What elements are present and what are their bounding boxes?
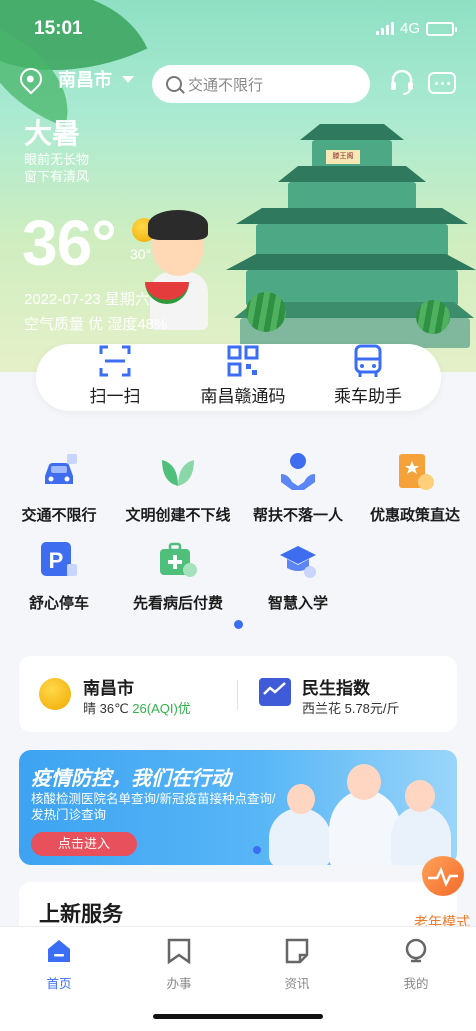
health-code-button[interactable]: 南昌赣通码 [188, 344, 298, 411]
city-selector[interactable]: 南昌市 [15, 63, 134, 95]
qr-code-icon [227, 345, 259, 377]
livelihood-index-title[interactable]: 民生指数 [302, 674, 370, 699]
service-medical[interactable]: 先看病后付费 [118, 540, 238, 613]
tab-home-label: 首页 [46, 977, 72, 991]
medical-kit-icon [160, 542, 197, 577]
service-civilization[interactable]: 文明创建不下线 [118, 452, 238, 525]
status-time: 15:01 [34, 18, 83, 39]
network-type: 4G [399, 20, 420, 37]
service-parking[interactable]: P 舒心停车 [0, 540, 119, 613]
svg-text:P: P [49, 548, 64, 573]
doctor-illustration [269, 808, 331, 865]
tab-profile-label: 我的 [403, 977, 429, 991]
home-icon [48, 940, 70, 962]
search-placeholder: 交通不限行 [188, 76, 264, 94]
home-indicator [153, 1014, 323, 1019]
banner-enter-button[interactable]: 点击进入 [31, 832, 137, 856]
bus-assistant-label: 乘车助手 [334, 387, 402, 406]
pagoda-sign: 滕王阁 [326, 150, 360, 164]
air-quality-text: 空气质量 优 湿度48% [24, 316, 168, 333]
search-bar[interactable]: 交通不限行 [152, 65, 370, 103]
quick-actions-card: 扫一扫 南昌赣通码 乘车助手 [36, 344, 441, 411]
news-icon [285, 938, 309, 964]
scan-label: 扫一扫 [89, 387, 141, 406]
status-icons: 4G [375, 20, 457, 37]
sunny-icon [39, 678, 71, 710]
service-policy[interactable]: 优惠政策直达 [355, 452, 475, 525]
message-icon[interactable] [428, 72, 456, 94]
heart-icon [422, 856, 464, 896]
date-text: 2022-07-23 星期六 [24, 291, 150, 308]
search-icon [166, 76, 182, 92]
trend-chart-icon [259, 678, 291, 706]
city-name: 南昌市 [58, 70, 112, 90]
tab-services[interactable]: 办事 [149, 937, 209, 992]
tab-news-label: 资讯 [284, 977, 310, 991]
bus-icon [354, 344, 382, 377]
page-indicator[interactable] [234, 620, 243, 629]
elder-mode-button[interactable]: 老年模式 [414, 856, 470, 930]
signal-icon [375, 22, 394, 35]
epidemic-banner[interactable]: 疫情防控，我们在行动 核酸检测医院名单查询/新冠疫苗接种点查询/发热门诊查询 点… [19, 750, 457, 865]
service-traffic[interactable]: 交通不限行 [0, 452, 119, 525]
weather-index-card: 南昌市 晴 36℃ 26(AQI)优 民生指数 西兰花 5.78元/斤 [19, 656, 457, 732]
service-school[interactable]: 智慧入学 [238, 540, 358, 613]
chevron-down-icon [122, 75, 134, 83]
scan-icon [99, 345, 131, 377]
tab-home[interactable]: 首页 [29, 937, 89, 992]
low-temperature: 30° [130, 246, 152, 262]
new-services-title: 上新服务 [39, 903, 123, 926]
banner-page-indicator[interactable] [253, 846, 261, 854]
banner-description: 核酸检测医院名单查询/新冠疫苗接种点查询/发热门诊查询 [31, 792, 276, 822]
weather-detail: 晴 36℃ 26(AQI)优 [83, 701, 191, 716]
profile-icon [405, 938, 427, 963]
policy-badge-icon [399, 454, 434, 490]
weather-hero: 15:01 4G 南昌市 交通不限行 大暑 眼前无长物 窗下有清风 滕王阁 36… [0, 0, 476, 372]
weather-city[interactable]: 南昌市 [83, 674, 134, 699]
current-temperature: 36° [22, 207, 117, 279]
parking-icon: P [41, 542, 77, 576]
car-icon [45, 454, 77, 484]
tab-services-label: 办事 [166, 977, 192, 991]
banner-title: 疫情防控，我们在行动 [31, 768, 231, 790]
customer-service-icon[interactable] [388, 68, 416, 96]
location-pin-icon [15, 63, 47, 95]
helping-hands-icon [281, 453, 315, 490]
divider [237, 680, 238, 710]
solar-term: 大暑 [24, 118, 81, 149]
bus-assistant-button[interactable]: 乘车助手 [318, 344, 418, 411]
pagoda-illustration: 滕王阁 [226, 116, 476, 356]
livelihood-index-detail: 西兰花 5.78元/斤 [302, 701, 400, 716]
graduation-cap-icon [280, 546, 316, 578]
solar-term-poem: 眼前无长物 窗下有清风 [24, 152, 90, 184]
scan-button[interactable]: 扫一扫 [80, 344, 150, 411]
battery-icon [426, 21, 457, 36]
bookmark-icon [167, 938, 191, 965]
tab-profile[interactable]: 我的 [386, 937, 446, 992]
leaves-icon [162, 460, 194, 486]
service-assistance[interactable]: 帮扶不落一人 [238, 452, 358, 525]
tab-news[interactable]: 资讯 [267, 937, 327, 992]
health-code-label: 南昌赣通码 [200, 387, 286, 406]
